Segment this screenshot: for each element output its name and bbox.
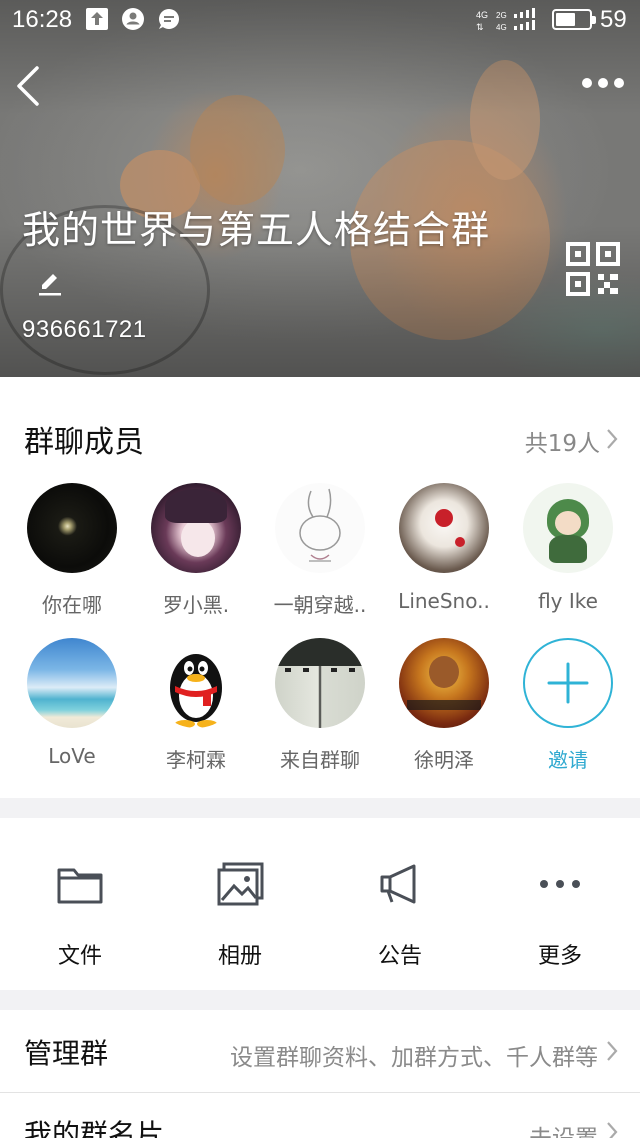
avatar	[151, 638, 241, 728]
member-name: 李柯霖	[166, 748, 226, 772]
action-label: 公告	[377, 944, 422, 969]
chevron-right-icon[interactable]	[606, 428, 618, 450]
member-item[interactable]: 徐明泽	[382, 638, 506, 773]
battery-icon	[552, 9, 596, 30]
network-top-label: 4G	[476, 10, 488, 20]
member-item[interactable]: 罗小黑.	[134, 483, 258, 618]
svg-text:2G: 2G	[496, 11, 507, 20]
member-name: LineSno..	[398, 589, 490, 613]
member-item[interactable]: LineSno..	[382, 483, 506, 613]
message-icon	[159, 9, 179, 29]
members-count[interactable]: 共19人	[525, 424, 600, 458]
member-item[interactable]: 一朝穿越..	[258, 483, 382, 618]
avatar	[27, 638, 117, 728]
avatar	[275, 638, 365, 728]
member-name: fly Ike	[538, 589, 598, 613]
upload-icon	[86, 8, 108, 30]
member-item[interactable]: 你在哪	[10, 483, 134, 618]
group-name: 我的世界与第五人格结合群	[22, 205, 492, 305]
member-item[interactable]: 李柯霖	[134, 638, 258, 773]
member-item[interactable]: LoVe	[10, 638, 134, 768]
status-bar: 16:28 4G ⇅ 2G 4G 59	[0, 0, 640, 40]
row-title: 管理群	[24, 1037, 109, 1070]
folder-icon	[57, 868, 103, 904]
avatar	[151, 483, 241, 573]
avatar	[523, 483, 613, 573]
member-name: 你在哪	[42, 593, 102, 617]
members-section: 群聊成员 共19人 你在哪 罗小黑. 一朝穿越.. LineSno.. fly …	[0, 377, 640, 798]
battery-percent: 59	[600, 6, 627, 33]
member-name: 徐明泽	[414, 748, 474, 772]
member-name: 罗小黑.	[162, 593, 230, 617]
edit-name-icon[interactable]	[36, 269, 64, 297]
avatar	[399, 483, 489, 573]
invite-button[interactable]: 邀请	[506, 638, 630, 773]
row-value: 未设置	[529, 1119, 598, 1138]
files-button[interactable]: 文件	[0, 818, 160, 990]
more-dots-icon	[540, 880, 580, 888]
member-name: LoVe	[48, 744, 96, 768]
row-title: 我的群名片	[24, 1118, 165, 1138]
signal-icon: 4G ⇅ 2G 4G	[476, 8, 535, 32]
chevron-right-icon	[607, 1041, 618, 1061]
group-id: 936661721	[22, 316, 147, 343]
invite-circle[interactable]	[523, 638, 613, 728]
avatar	[275, 483, 365, 573]
invite-label: 邀请	[548, 748, 588, 772]
avatar	[399, 638, 489, 728]
actions-bar: 文件 相册 公告 更多	[0, 818, 640, 990]
more-actions-button[interactable]: 更多	[480, 818, 640, 990]
avatar	[27, 483, 117, 573]
group-name-text: 我的世界与第五人格结合群	[22, 208, 491, 252]
megaphone-icon	[380, 864, 416, 904]
account-icon	[122, 8, 144, 30]
member-item[interactable]: 来自群聊	[258, 638, 382, 773]
member-item[interactable]: fly Ike	[506, 483, 630, 613]
qr-code-button[interactable]	[566, 242, 620, 296]
svg-text:⇅: ⇅	[476, 22, 484, 32]
my-card-row[interactable]: 我的群名片 未设置	[0, 1093, 640, 1138]
more-options-button[interactable]	[578, 66, 628, 100]
status-time: 16:28	[12, 6, 73, 33]
row-value: 设置群聊资料、加群方式、千人群等	[230, 1045, 598, 1071]
action-label: 更多	[537, 944, 582, 969]
action-label: 文件	[57, 944, 102, 969]
chevron-right-icon	[607, 1122, 618, 1138]
group-header: 16:28 4G ⇅ 2G 4G 59 我的世界与第五人格结合群 9366617…	[0, 0, 640, 377]
back-button[interactable]	[10, 62, 50, 110]
action-label: 相册	[217, 944, 262, 969]
battery-level	[556, 13, 575, 26]
album-icon	[217, 862, 264, 906]
album-button[interactable]: 相册	[160, 818, 320, 990]
network-bottom-label: 4G	[496, 23, 507, 32]
plus-icon	[547, 662, 589, 704]
member-name: 一朝穿越..	[273, 593, 367, 617]
member-name: 来自群聊	[280, 748, 360, 772]
members-title: 群聊成员	[24, 425, 144, 460]
manage-group-row[interactable]: 管理群 设置群聊资料、加群方式、千人群等	[0, 1010, 640, 1092]
announcement-button[interactable]: 公告	[320, 818, 480, 990]
